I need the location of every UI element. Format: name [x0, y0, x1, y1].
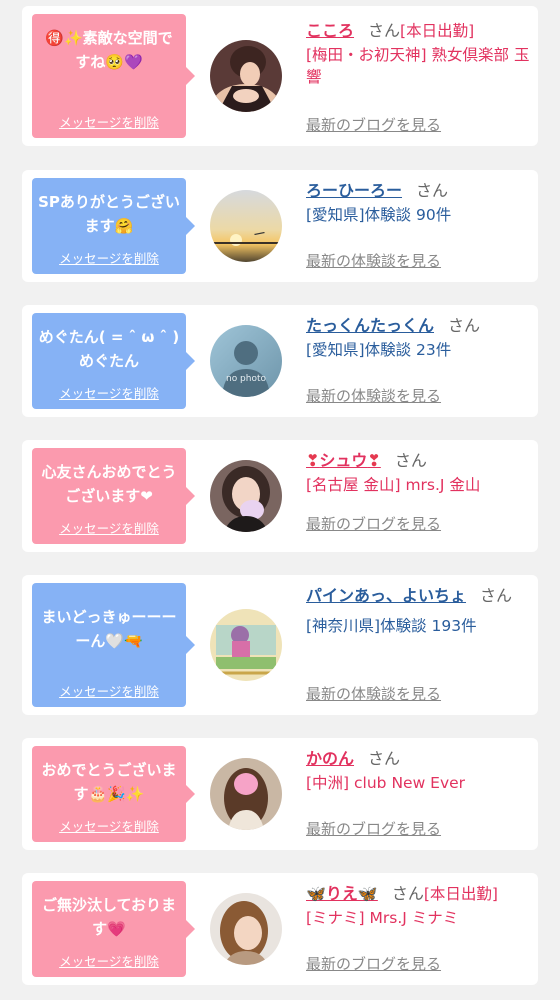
- drawing-photo-icon: [210, 609, 282, 681]
- message-bubble: ご無沙汰しております💗 メッセージを削除: [32, 881, 195, 977]
- user-info: ろーひーろー さん [愛知県]体験談 90件: [306, 180, 532, 226]
- delete-message-link[interactable]: メッセージを削除: [32, 518, 186, 537]
- woman-photo-icon: [210, 40, 282, 112]
- user-info: こころ さん[本日出勤] [梅田・お初天神] 熟女倶楽部 玉響: [306, 20, 532, 88]
- message-bubble: 🉐✨素敵な空間ですね🥺💜 メッセージを削除: [32, 14, 195, 138]
- san-label: さん: [368, 749, 401, 768]
- latest-review-link[interactable]: 最新の体験談を見る: [306, 683, 441, 704]
- message-bubble: SPありがとうございます🤗 メッセージを削除: [32, 178, 195, 274]
- user-info: 🦋りえ🦋 さん[本日出勤] [ミナミ] Mrs.J ミナミ: [306, 883, 532, 929]
- shop-info: [愛知県]体験談 23件: [306, 341, 452, 359]
- user-info: たっくんたっくん さん [愛知県]体験談 23件: [306, 315, 532, 361]
- shop-info: [中洲] club New Ever: [306, 774, 466, 792]
- latest-review-link[interactable]: 最新の体験談を見る: [306, 250, 441, 271]
- message-card: 心友さんおめでとうございます❤ メッセージを削除 ❣シュウ❣ さん [名古屋 金山…: [22, 440, 538, 552]
- user-info: パインあっ、よいちょ さん [神奈川県]体験談 193件: [306, 585, 532, 637]
- heart-icon: ❣: [306, 451, 320, 470]
- delete-message-link[interactable]: メッセージを削除: [32, 681, 186, 700]
- avatar[interactable]: [210, 609, 282, 681]
- san-label: さん: [394, 451, 427, 470]
- latest-blog-link[interactable]: 最新のブログを見る: [306, 114, 441, 135]
- latest-blog-link[interactable]: 最新のブログを見る: [306, 818, 441, 839]
- message-card: まいどっきゅーーーーん🤍🔫 メッセージを削除 パインあっ、よいちょ さん [神奈川…: [22, 575, 538, 715]
- shop-info: [ミナミ] Mrs.J ミナミ: [306, 909, 459, 927]
- heart-icon: ❣: [367, 451, 381, 470]
- message-text: まいどっきゅーーーーん🤍🔫: [41, 608, 177, 650]
- avatar[interactable]: [210, 190, 282, 262]
- message-text: 心友さんおめでとうございます❤: [41, 463, 177, 505]
- message-text: めぐたん( = ˆ ω ˆ ) めぐたん: [38, 328, 180, 370]
- shop-info: [名古屋 金山] mrs.J 金山: [306, 476, 481, 494]
- message-bubble: 心友さんおめでとうございます❤ メッセージを削除: [32, 448, 195, 544]
- woman-photo-icon: [210, 758, 282, 830]
- avatar[interactable]: [210, 893, 282, 965]
- message-card: ご無沙汰しております💗 メッセージを削除 🦋りえ🦋 さん[本日出勤] [ミナミ] …: [22, 873, 538, 985]
- san-label: さん: [391, 884, 424, 903]
- message-text: SPありがとうございます🤗: [38, 193, 180, 235]
- message-list: 🉐✨素敵な空間ですね🥺💜 メッセージを削除 こころ さん[本日出勤] [梅田・お初…: [0, 0, 560, 1000]
- message-card: SPありがとうございます🤗 メッセージを削除 ろーひーろー さん [愛知県]体験…: [22, 170, 538, 282]
- delete-message-link[interactable]: メッセージを削除: [32, 816, 186, 835]
- user-name-link[interactable]: パインあっ、よいちょ: [306, 586, 466, 605]
- latest-blog-link[interactable]: 最新のブログを見る: [306, 953, 441, 974]
- avatar[interactable]: [210, 460, 282, 532]
- avatar[interactable]: no photo: [210, 325, 282, 397]
- avatar[interactable]: [210, 40, 282, 112]
- shop-info: [愛知県]体験談 90件: [306, 206, 452, 224]
- no-photo-text: no photo: [226, 374, 267, 384]
- shop-info: [神奈川県]体験談 193件: [306, 617, 477, 635]
- san-label: さん: [448, 316, 481, 335]
- user-info: ❣シュウ❣ さん [名古屋 金山] mrs.J 金山: [306, 450, 532, 496]
- latest-review-link[interactable]: 最新の体験談を見る: [306, 385, 441, 406]
- user-info: かのん さん [中洲] club New Ever: [306, 748, 532, 794]
- message-bubble: めぐたん( = ˆ ω ˆ ) めぐたん メッセージを削除: [32, 313, 195, 409]
- message-bubble: おめでとうございます🎂🎉✨ メッセージを削除: [32, 746, 195, 842]
- user-name-link[interactable]: ろーひーろー: [306, 181, 402, 200]
- user-name-link[interactable]: たっくんたっくん: [306, 316, 434, 335]
- user-name-link[interactable]: こころ: [306, 21, 354, 40]
- avatar[interactable]: [210, 758, 282, 830]
- delete-message-link[interactable]: メッセージを削除: [32, 248, 186, 267]
- san-label: さん: [416, 181, 449, 200]
- message-card: めぐたん( = ˆ ω ˆ ) めぐたん メッセージを削除 no photo た…: [22, 305, 538, 417]
- message-text: 🉐✨素敵な空間ですね🥺💜: [45, 29, 173, 71]
- san-label: さん: [480, 586, 513, 605]
- sunset-photo-icon: [210, 190, 282, 262]
- delete-message-link[interactable]: メッセージを削除: [32, 383, 186, 402]
- user-name-link[interactable]: かのん: [306, 749, 354, 768]
- delete-message-link[interactable]: メッセージを削除: [32, 951, 186, 970]
- latest-blog-link[interactable]: 最新のブログを見る: [306, 513, 441, 534]
- message-text: ご無沙汰しております💗: [41, 896, 177, 938]
- message-bubble: まいどっきゅーーーーん🤍🔫 メッセージを削除: [32, 583, 195, 707]
- message-text: おめでとうございます🎂🎉✨: [41, 761, 177, 803]
- shop-info: [梅田・お初天神] 熟女倶楽部 玉響: [306, 46, 530, 86]
- status-badge: [本日出勤]: [423, 885, 498, 903]
- user-name-link[interactable]: ❣シュウ❣: [306, 451, 381, 470]
- woman-photo-icon: [210, 893, 282, 965]
- san-label: さん: [368, 21, 401, 40]
- no-photo-placeholder-icon: no photo: [210, 325, 282, 397]
- user-name-link[interactable]: 🦋りえ🦋: [306, 884, 378, 903]
- message-card: おめでとうございます🎂🎉✨ メッセージを削除 かのん さん [中洲] club N…: [22, 738, 538, 850]
- message-card: 🉐✨素敵な空間ですね🥺💜 メッセージを削除 こころ さん[本日出勤] [梅田・お初…: [22, 6, 538, 146]
- woman-photo-icon: [210, 460, 282, 532]
- status-badge: [本日出勤]: [400, 22, 475, 40]
- delete-message-link[interactable]: メッセージを削除: [32, 112, 186, 131]
